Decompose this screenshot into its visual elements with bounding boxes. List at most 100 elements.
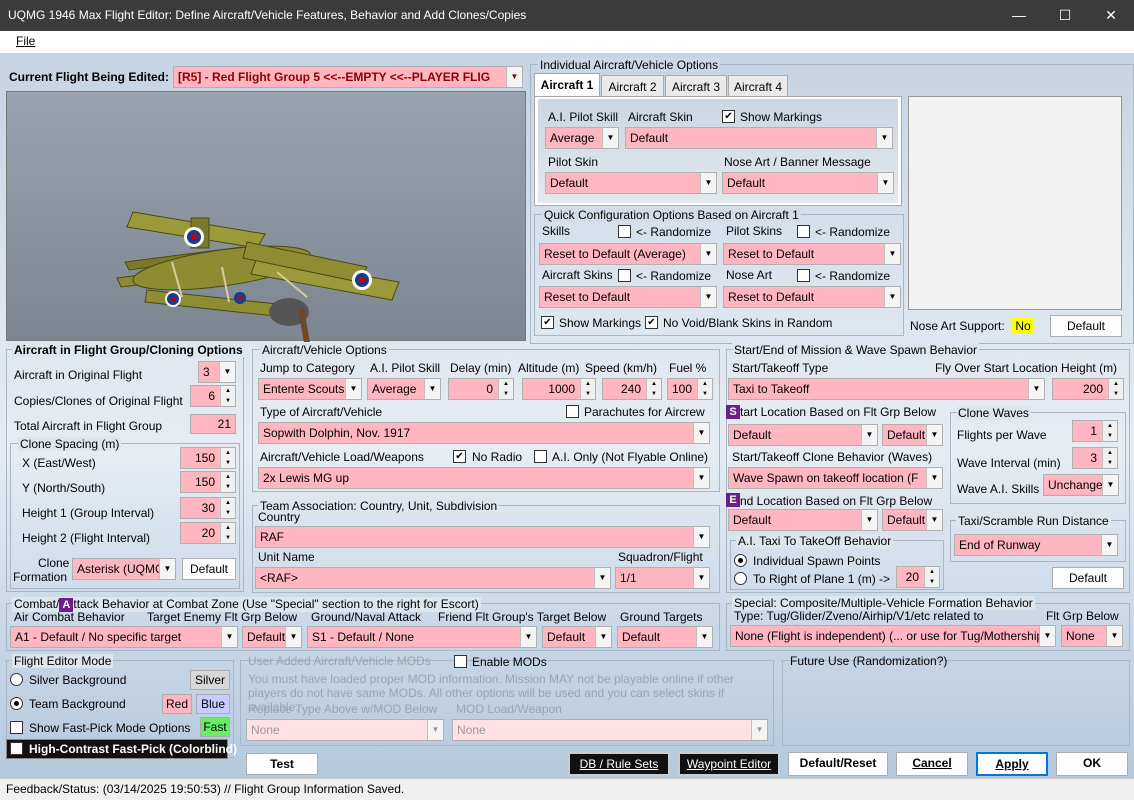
silver-background-radio[interactable]: [10, 673, 23, 686]
start-type-select[interactable]: Taxi to Takeoff ▼: [728, 378, 1045, 400]
end-location-select[interactable]: Default ▼: [728, 509, 878, 531]
mission-default-button[interactable]: Default: [1052, 567, 1124, 589]
randomize-nose-art-checkbox[interactable]: [797, 269, 810, 282]
spin-up-icon[interactable]: ▲: [220, 386, 235, 396]
spin-down-icon[interactable]: ▼: [924, 577, 939, 587]
special-type-select[interactable]: None (Flight is independent) (... or use…: [730, 625, 1056, 647]
waypoint-editor-button[interactable]: Waypoint Editor: [678, 752, 780, 776]
minimize-button[interactable]: —: [996, 0, 1042, 31]
spin-up-icon[interactable]: ▲: [220, 498, 235, 508]
team-background-radio[interactable]: [10, 697, 23, 710]
pilot-skin-select[interactable]: Default ▼: [545, 172, 717, 194]
flights-per-wave-stepper[interactable]: 1 ▲ ▼: [1072, 420, 1118, 442]
replace-type-select[interactable]: None ▼: [246, 719, 444, 741]
taxi-right-radio[interactable]: [734, 572, 747, 585]
taxi-individual-radio[interactable]: [734, 554, 747, 567]
mod-load-select[interactable]: None ▼: [452, 719, 768, 741]
air-combat-select[interactable]: A1 - Default / No specific target ▼: [10, 626, 238, 648]
randomize-skills-checkbox[interactable]: [618, 225, 631, 238]
blue-button[interactable]: Blue: [196, 694, 230, 714]
spin-down-icon[interactable]: ▼: [580, 389, 595, 399]
nose-art-select[interactable]: Default ▼: [722, 172, 894, 194]
scramble-select[interactable]: End of Runway ▼: [954, 534, 1118, 556]
spin-up-icon[interactable]: ▲: [1108, 379, 1123, 389]
spin-down-icon[interactable]: ▼: [498, 389, 513, 399]
spin-up-icon[interactable]: ▲: [220, 448, 235, 458]
tab-aircraft-1[interactable]: Aircraft 1: [534, 73, 600, 97]
spin-down-icon[interactable]: ▼: [220, 458, 235, 468]
spin-up-icon[interactable]: ▲: [580, 379, 595, 389]
squadron-select[interactable]: 1/1 ▼: [615, 567, 710, 589]
default-reset-button[interactable]: Default/Reset: [788, 752, 888, 776]
db-rule-sets-button[interactable]: DB / Rule Sets: [568, 752, 670, 776]
spin-up-icon[interactable]: ▲: [220, 472, 235, 482]
ok-button[interactable]: OK: [1056, 752, 1128, 776]
height2-stepper[interactable]: 20 ▲ ▼: [180, 522, 236, 544]
randomize-aircraft-skins-checkbox[interactable]: [618, 269, 631, 282]
parachutes-checkbox[interactable]: [566, 405, 579, 418]
tab-aircraft-2[interactable]: Aircraft 2: [601, 75, 664, 97]
cancel-button[interactable]: Cancel: [896, 752, 968, 776]
spacing-y-stepper[interactable]: 150 ▲ ▼: [180, 471, 236, 493]
spin-up-icon[interactable]: ▲: [220, 523, 235, 533]
orig-flight-select[interactable]: 3 ▼: [198, 361, 236, 383]
high-contrast-checkbox[interactable]: [10, 742, 23, 755]
close-button[interactable]: ✕: [1088, 0, 1134, 31]
load-weapons-select[interactable]: 2x Lewis MG up ▼: [258, 467, 710, 489]
skills-reset-select[interactable]: Reset to Default (Average) ▼: [539, 243, 717, 265]
spin-down-icon[interactable]: ▼: [220, 396, 235, 406]
randomize-pilot-skins-checkbox[interactable]: [797, 225, 810, 238]
taxi-distance-stepper[interactable]: 20 ▲ ▼: [896, 566, 940, 588]
jump-category-select[interactable]: Entente Scouts ▼: [258, 378, 362, 400]
show-markings-checkbox[interactable]: ✔: [722, 110, 735, 123]
spin-up-icon[interactable]: ▲: [1102, 448, 1117, 458]
friend-target-select[interactable]: Default ▼: [542, 626, 612, 648]
no-void-skins-checkbox[interactable]: ✔: [645, 316, 658, 329]
spin-up-icon[interactable]: ▲: [924, 567, 939, 577]
spin-down-icon[interactable]: ▼: [697, 389, 712, 399]
current-flight-select[interactable]: [R5] - Red Flight Group 5 <<--EMPTY <<--…: [173, 66, 523, 88]
apply-button[interactable]: Apply: [976, 752, 1048, 776]
no-radio-checkbox[interactable]: ✔: [453, 450, 466, 463]
ground-attack-select[interactable]: S1 - Default / None ▼: [307, 626, 537, 648]
nose-art-default-button[interactable]: Default: [1050, 315, 1122, 337]
aircraft-skins-reset-select[interactable]: Reset to Default ▼: [539, 286, 717, 308]
height1-stepper[interactable]: 30 ▲ ▼: [180, 497, 236, 519]
fast-pick-checkbox[interactable]: [10, 721, 23, 734]
silver-button[interactable]: Silver: [190, 670, 230, 690]
clone-behavior-select[interactable]: Wave Spawn on takeoff location (F ▼: [728, 467, 943, 489]
spin-down-icon[interactable]: ▼: [646, 389, 661, 399]
spin-up-icon[interactable]: ▲: [498, 379, 513, 389]
test-button[interactable]: Test: [246, 753, 318, 775]
nose-art-reset-select[interactable]: Reset to Default ▼: [723, 286, 901, 308]
vehicle-skill-select[interactable]: Average ▼: [367, 378, 441, 400]
tab-aircraft-3[interactable]: Aircraft 3: [665, 75, 727, 97]
ground-targets-select[interactable]: Default ▼: [617, 626, 713, 648]
fast-button[interactable]: Fast: [200, 717, 230, 737]
target-enemy-select[interactable]: Default ▼: [242, 626, 302, 648]
start-location-select-2[interactable]: Default ▼: [882, 424, 943, 446]
altitude-stepper[interactable]: 1000 ▲ ▼: [522, 378, 596, 400]
vehicle-type-select[interactable]: Sopwith Dolphin, Nov. 1917 ▼: [258, 422, 710, 444]
spacing-x-stepper[interactable]: 150 ▲ ▼: [180, 447, 236, 469]
spin-down-icon[interactable]: ▼: [220, 482, 235, 492]
enable-mods-checkbox[interactable]: [454, 655, 467, 668]
wave-ai-skills-select[interactable]: Unchanged ▼: [1043, 474, 1119, 496]
copies-stepper[interactable]: 6 ▲ ▼: [190, 385, 236, 407]
spin-up-icon[interactable]: ▲: [697, 379, 712, 389]
maximize-button[interactable]: ☐: [1042, 0, 1088, 31]
red-button[interactable]: Red: [162, 694, 192, 714]
spin-down-icon[interactable]: ▼: [220, 533, 235, 543]
delay-stepper[interactable]: 0 ▲ ▼: [448, 378, 514, 400]
flyover-stepper[interactable]: 200 ▲ ▼: [1052, 378, 1124, 400]
spin-up-icon[interactable]: ▲: [646, 379, 661, 389]
spin-down-icon[interactable]: ▼: [1108, 389, 1123, 399]
ai-skill-select[interactable]: Average ▼: [545, 127, 619, 149]
spin-down-icon[interactable]: ▼: [220, 508, 235, 518]
spin-down-icon[interactable]: ▼: [1102, 431, 1117, 441]
formation-default-button[interactable]: Default: [182, 558, 236, 580]
tab-aircraft-4[interactable]: Aircraft 4: [728, 75, 788, 97]
menu-file[interactable]: File: [16, 34, 35, 48]
formation-select[interactable]: Asterisk (UQMG) ▼: [72, 558, 176, 580]
start-location-select[interactable]: Default ▼: [728, 424, 878, 446]
